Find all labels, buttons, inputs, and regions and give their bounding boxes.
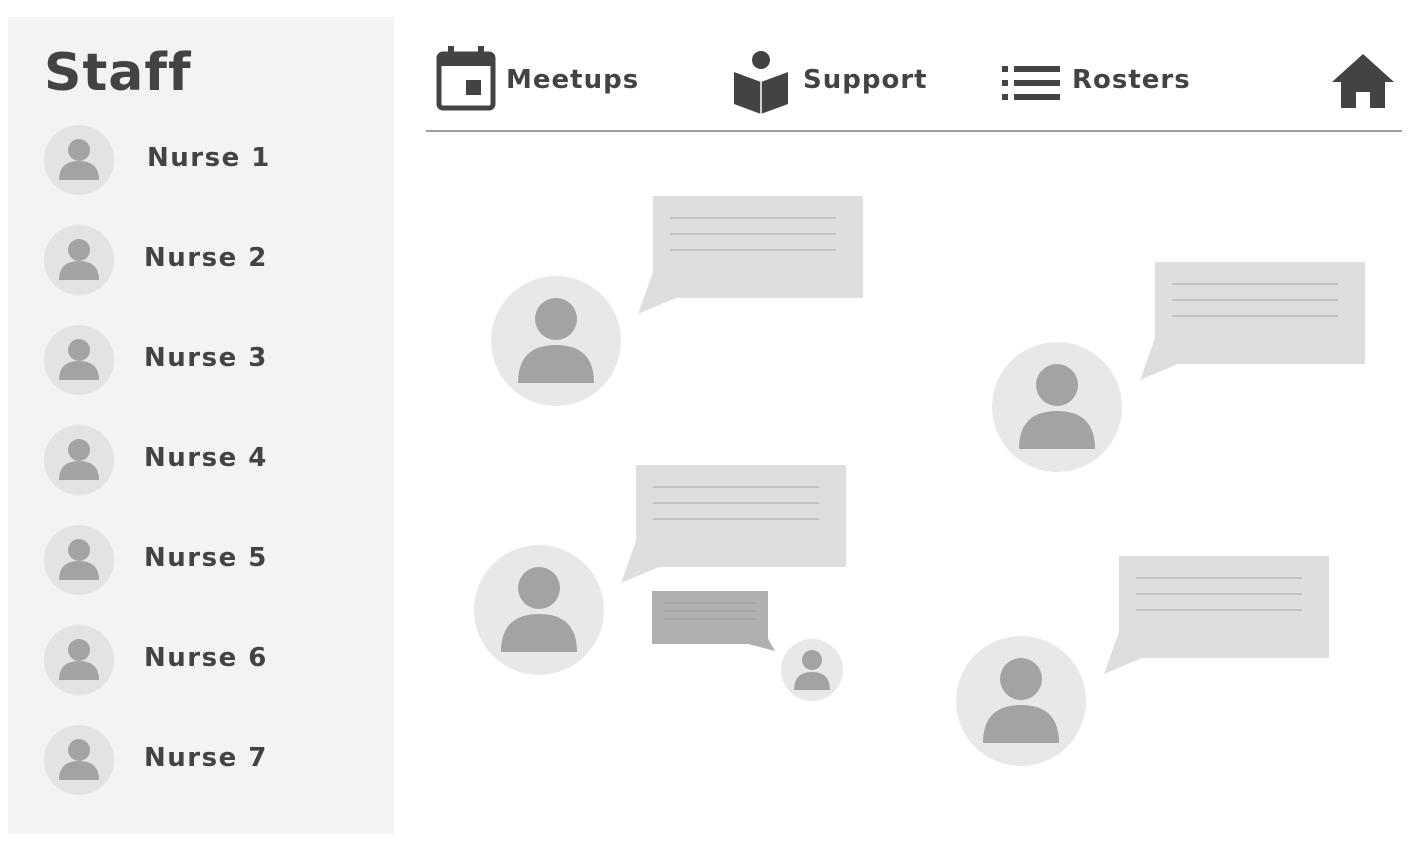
staff-item-nurse-2[interactable]: Nurse 2 [44,225,374,295]
avatar-icon [491,276,621,406]
avatar-icon [44,725,114,795]
nav-meetups[interactable]: Meetups [436,44,640,114]
speech-bubble [638,196,863,314]
reply-bubble [652,591,775,651]
staff-name: Nurse 3 [144,343,268,373]
staff-name: Nurse 7 [144,743,268,773]
calendar-icon [436,46,496,111]
avatar-icon [44,325,114,395]
nav-meetups-label: Meetups [506,65,640,95]
nav-rosters[interactable]: Rosters [1000,44,1190,114]
staff-item-nurse-4[interactable]: Nurse 4 [44,425,374,495]
sidebar-title: Staff [44,43,192,103]
speech-bubble [1140,262,1365,380]
avatar-icon [992,342,1122,472]
reading-person-icon [734,51,788,114]
avatar-icon [44,525,114,595]
staff-name: Nurse 6 [144,643,268,673]
avatar-icon [956,636,1086,766]
nav-support-label: Support [803,65,928,95]
avatar-icon [781,639,843,701]
speech-bubble [621,465,846,583]
staff-item-nurse-3[interactable]: Nurse 3 [44,325,374,395]
avatar-icon [44,225,114,295]
nav-rosters-label: Rosters [1072,65,1191,95]
staff-item-nurse-7[interactable]: Nurse 7 [44,725,374,795]
staff-name: Nurse 5 [144,543,268,573]
staff-name: Nurse 1 [147,143,271,173]
staff-item-nurse-5[interactable]: Nurse 5 [44,525,374,595]
avatar-icon [474,545,604,675]
chat-illustration [396,132,1420,848]
staff-name: Nurse 2 [144,243,268,273]
home-icon[interactable] [1330,52,1396,110]
avatar-icon [44,425,114,495]
avatar-icon [44,625,114,695]
avatar-icon [44,125,114,195]
list-icon [1002,66,1060,100]
speech-bubble [1104,556,1329,674]
staff-name: Nurse 4 [144,443,268,473]
staff-item-nurse-1[interactable]: Nurse 1 [44,125,374,195]
nav-support[interactable]: Support [733,44,933,114]
staff-sidebar: Staff Nurse 1 Nurse 2 Nurse 3 Nurse 4 Nu… [8,17,394,834]
staff-item-nurse-6[interactable]: Nurse 6 [44,625,374,695]
